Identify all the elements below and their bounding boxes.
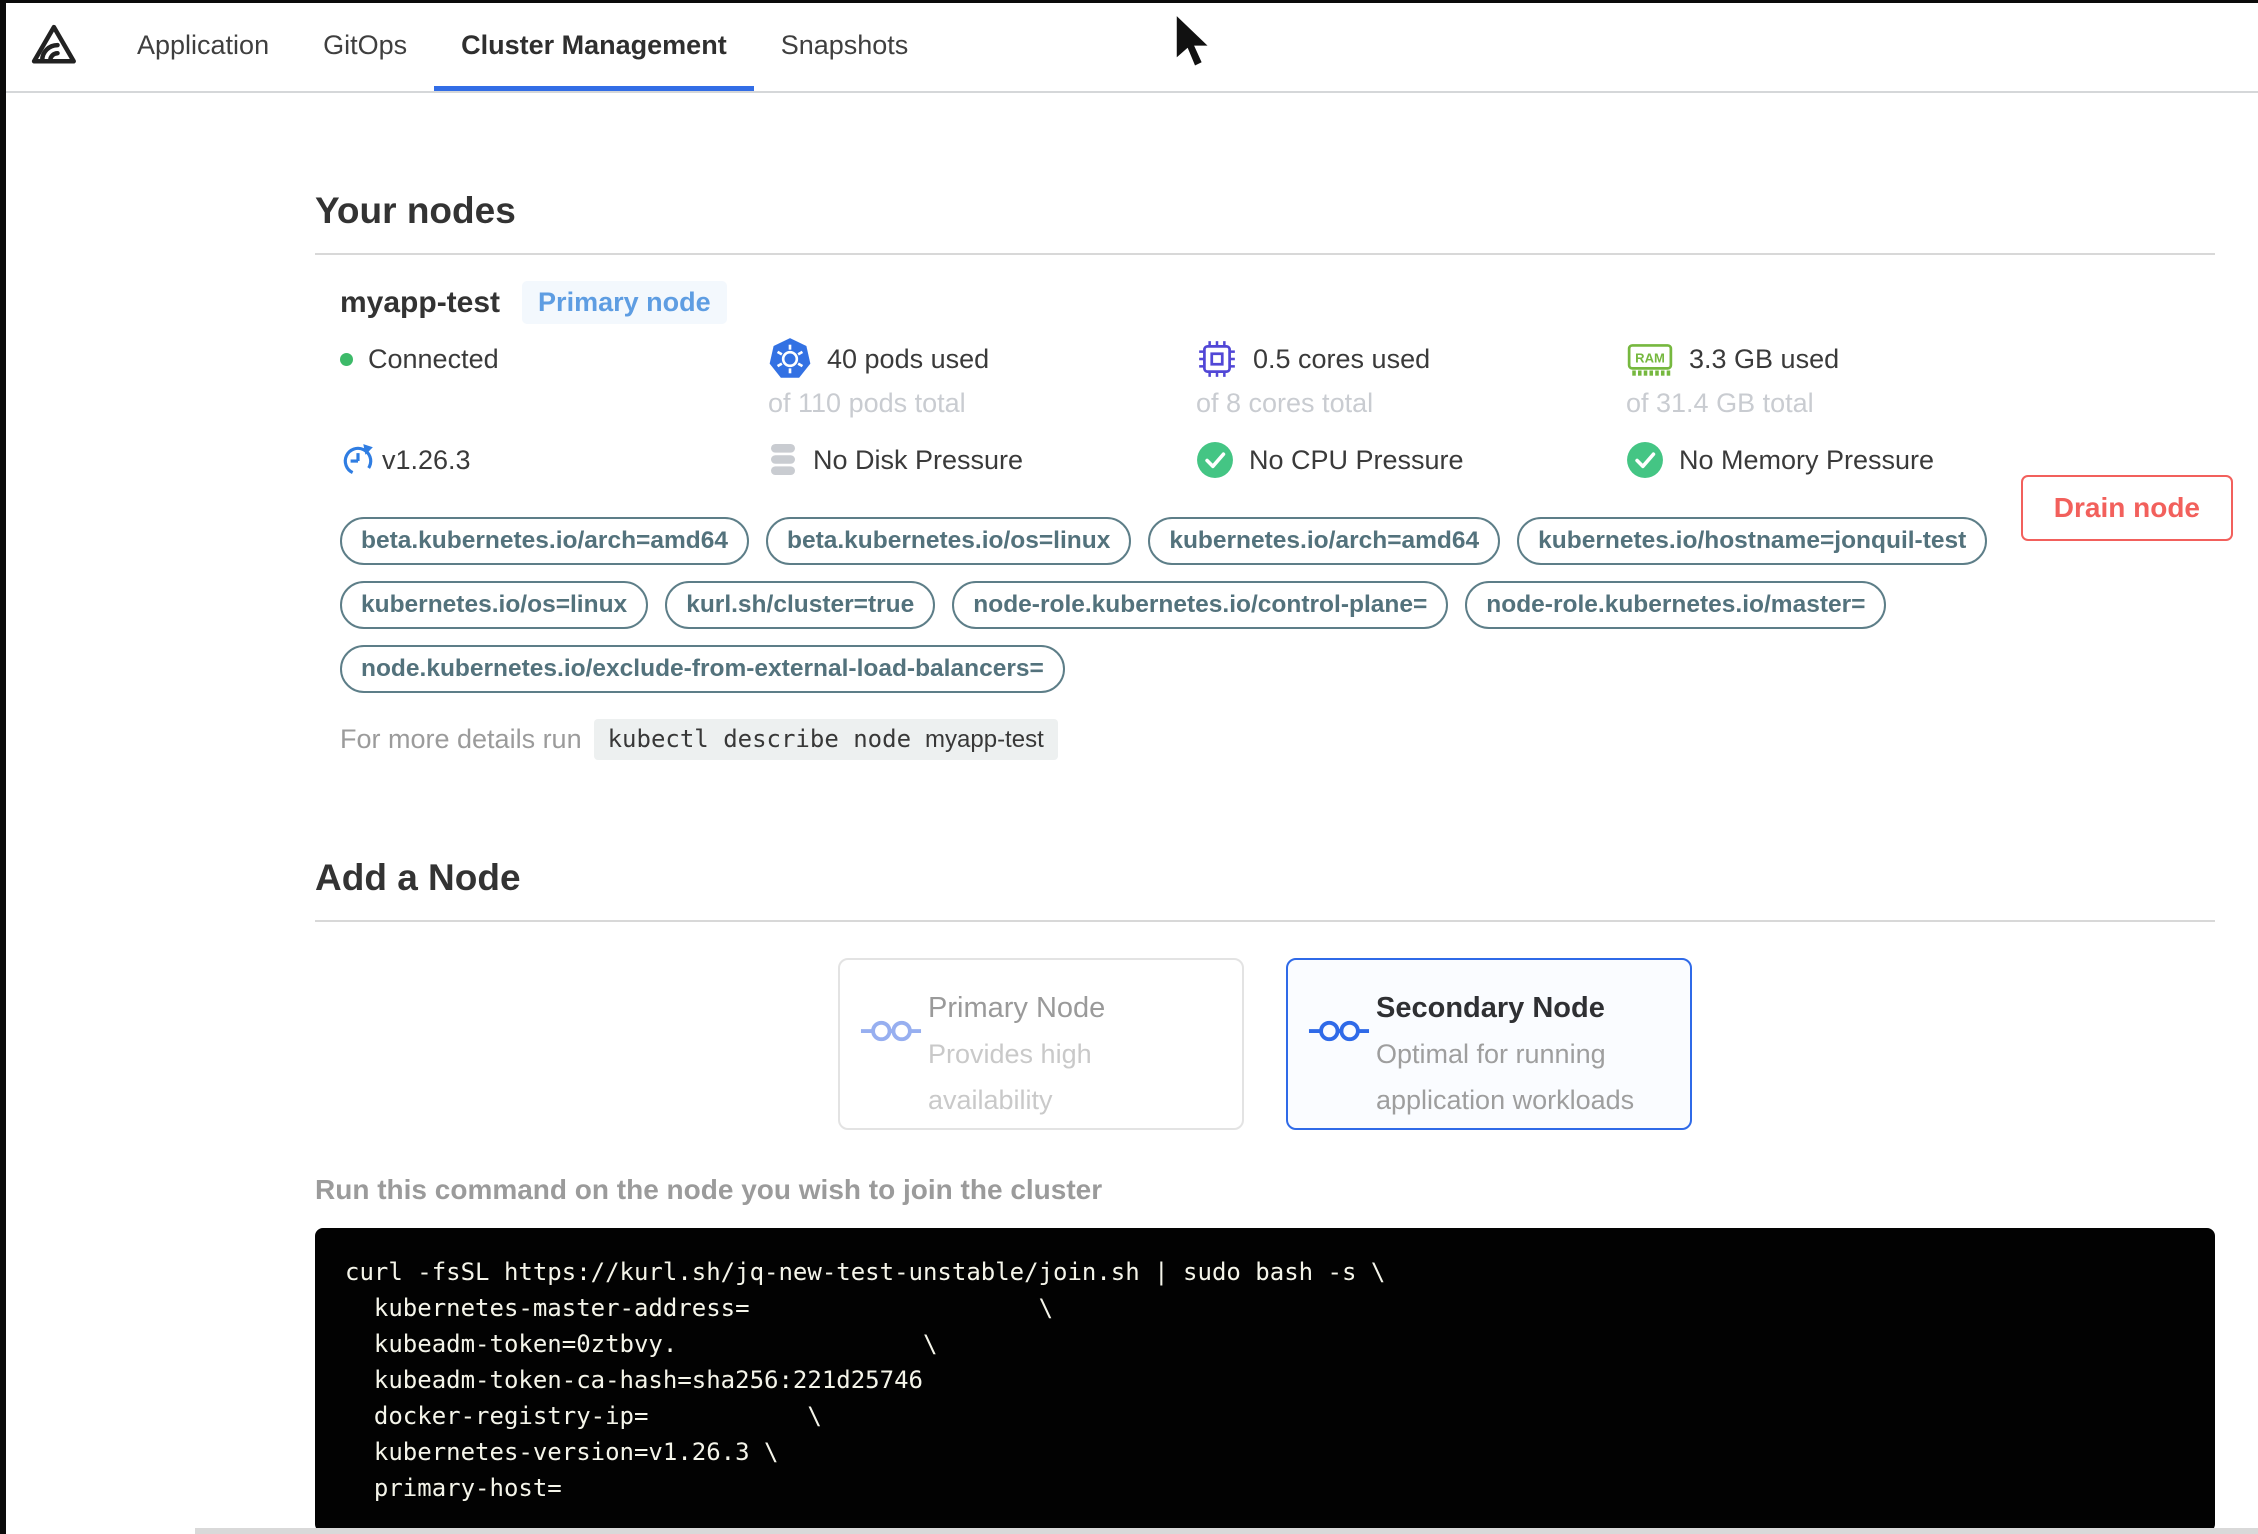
kubernetes-icon <box>769 338 811 378</box>
linked-nodes-icon <box>860 1020 922 1042</box>
secondary-node-option[interactable]: Secondary Node Optimal for running appli… <box>1286 958 1692 1130</box>
node-label-pill: kubernetes.io/hostname=jonquil-test <box>1517 517 1988 565</box>
node-label-pill: kurl.sh/cluster=true <box>665 581 936 629</box>
secondary-node-option-title: Secondary Node <box>1376 992 1605 1024</box>
secondary-node-option-description: Optimal for running application workload… <box>1376 1039 1635 1115</box>
check-icon <box>1197 442 1233 478</box>
section-divider <box>315 253 2215 255</box>
check-icon <box>1627 442 1663 478</box>
ram-icon: RAM <box>1627 344 1673 376</box>
version-cell: v1.26.3 <box>340 437 768 483</box>
kubectl-command-chip: kubectl describe node myapp-test <box>593 719 1058 760</box>
cores-used-value: 0.5 cores used <box>1253 343 1431 374</box>
join-command-instruction: Run this command on the node you wish to… <box>315 1174 1103 1205</box>
tab-snapshots[interactable]: Snapshots <box>754 0 936 91</box>
details-prefix: For more details run <box>340 724 582 754</box>
nav-tabs: Application GitOps Cluster Management Sn… <box>110 0 935 91</box>
code-line: primary-host= <box>345 1474 562 1502</box>
primary-node-option[interactable]: Primary Node Provides high availability <box>838 958 1244 1130</box>
linked-nodes-icon <box>1308 1020 1370 1042</box>
node-label-pill: kubernetes.io/os=linux <box>340 581 649 629</box>
node-name: myapp-test <box>340 285 501 319</box>
node-header: myapp-test Primary node <box>340 281 2215 324</box>
tab-gitops[interactable]: GitOps <box>296 0 434 91</box>
node-label-pill: beta.kubernetes.io/arch=amd64 <box>340 517 749 565</box>
cores-stat: 0.5 cores used of 8 cores total <box>1196 336 1626 419</box>
code-line: curl -fsSL https://kurl.sh/jq-new-test-u… <box>345 1258 1386 1286</box>
node-label-pill: node.kubernetes.io/exclude-from-external… <box>340 645 1065 693</box>
kubectl-command: kubectl describe node <box>607 725 912 753</box>
node-label-pill: node-role.kubernetes.io/control-plane= <box>952 581 1449 629</box>
memory-pressure-label: No Memory Pressure <box>1679 444 1935 475</box>
mouse-cursor <box>1174 12 1214 69</box>
join-command-block: curl -fsSL https://kurl.sh/jq-new-test-u… <box>315 1228 2215 1532</box>
disk-pressure-cell: No Disk Pressure <box>768 437 1196 483</box>
disk-pressure-label: No Disk Pressure <box>813 444 1024 475</box>
window-edge-left <box>0 0 6 1534</box>
node-version: v1.26.3 <box>382 444 471 475</box>
cpu-icon <box>1199 341 1235 377</box>
cores-total: of 8 cores total <box>1196 388 1374 418</box>
disk-icon <box>771 444 795 475</box>
node-card: myapp-test Primary node Connected 40 pod… <box>315 281 2233 760</box>
pods-total: of 110 pods total <box>768 388 966 418</box>
pods-stat: 40 pods used of 110 pods total <box>768 336 1196 419</box>
connected-dot-icon <box>340 352 353 366</box>
memory-stat: RAM 3.3 GB used of 31.4 GB total <box>1626 336 2215 419</box>
node-status: Connected <box>368 343 499 374</box>
node-status-cell: Connected <box>340 336 768 419</box>
svg-text:RAM: RAM <box>1635 351 1665 366</box>
version-icon <box>343 444 373 476</box>
code-line: kubeadm-token=0ztbvy. \ <box>345 1330 938 1358</box>
code-line: kubernetes-master-address= \ <box>345 1294 1054 1322</box>
code-line: kubeadm-token-ca-hash=sha256:221d25746 <box>345 1366 923 1394</box>
node-labels: beta.kubernetes.io/arch=amd64 beta.kuber… <box>340 517 2055 693</box>
node-label-pill: beta.kubernetes.io/os=linux <box>765 517 1132 565</box>
your-nodes-title: Your nodes <box>315 190 516 231</box>
cpu-pressure-cell: No CPU Pressure <box>1196 437 1626 483</box>
node-stats-grid: Connected 40 pods used of 110 pods total… <box>340 336 2215 483</box>
primary-node-badge: Primary node <box>522 281 727 324</box>
top-navigation: Application GitOps Cluster Management Sn… <box>0 0 2258 93</box>
primary-node-option-title: Primary Node <box>928 992 1106 1024</box>
tab-cluster-management[interactable]: Cluster Management <box>434 0 754 91</box>
drain-node-button[interactable]: Drain node <box>2020 475 2233 541</box>
memory-used-value: 3.3 GB used <box>1689 343 1840 374</box>
code-line: docker-registry-ip= \ <box>345 1402 822 1430</box>
node-details-hint: For more details run kubectl describe no… <box>340 719 2215 760</box>
node-label-pill: node-role.kubernetes.io/master= <box>1465 581 1887 629</box>
window-edge-top <box>0 0 2258 3</box>
add-node-title: Add a Node <box>315 857 521 898</box>
tab-application[interactable]: Application <box>110 0 296 91</box>
replicated-logo-icon <box>31 24 76 64</box>
pods-used-value: 40 pods used <box>827 343 990 374</box>
memory-total: of 31.4 GB total <box>1626 388 1814 418</box>
window-edge-bottom <box>195 1528 2258 1534</box>
primary-node-option-description: Provides high availability <box>928 1039 1092 1115</box>
cpu-pressure-label: No CPU Pressure <box>1249 444 1464 475</box>
kubectl-node-name: myapp-test <box>925 726 1044 753</box>
app-logo <box>0 0 110 91</box>
main-content: Your nodes myapp-test Primary node Conne… <box>0 189 2258 1534</box>
node-label-pill: kubernetes.io/arch=amd64 <box>1148 517 1501 565</box>
code-line: kubernetes-version=v1.26.3 \ <box>345 1438 779 1466</box>
node-type-cards: Primary Node Provides high availability … <box>315 958 2215 1130</box>
section-divider <box>315 920 2215 922</box>
